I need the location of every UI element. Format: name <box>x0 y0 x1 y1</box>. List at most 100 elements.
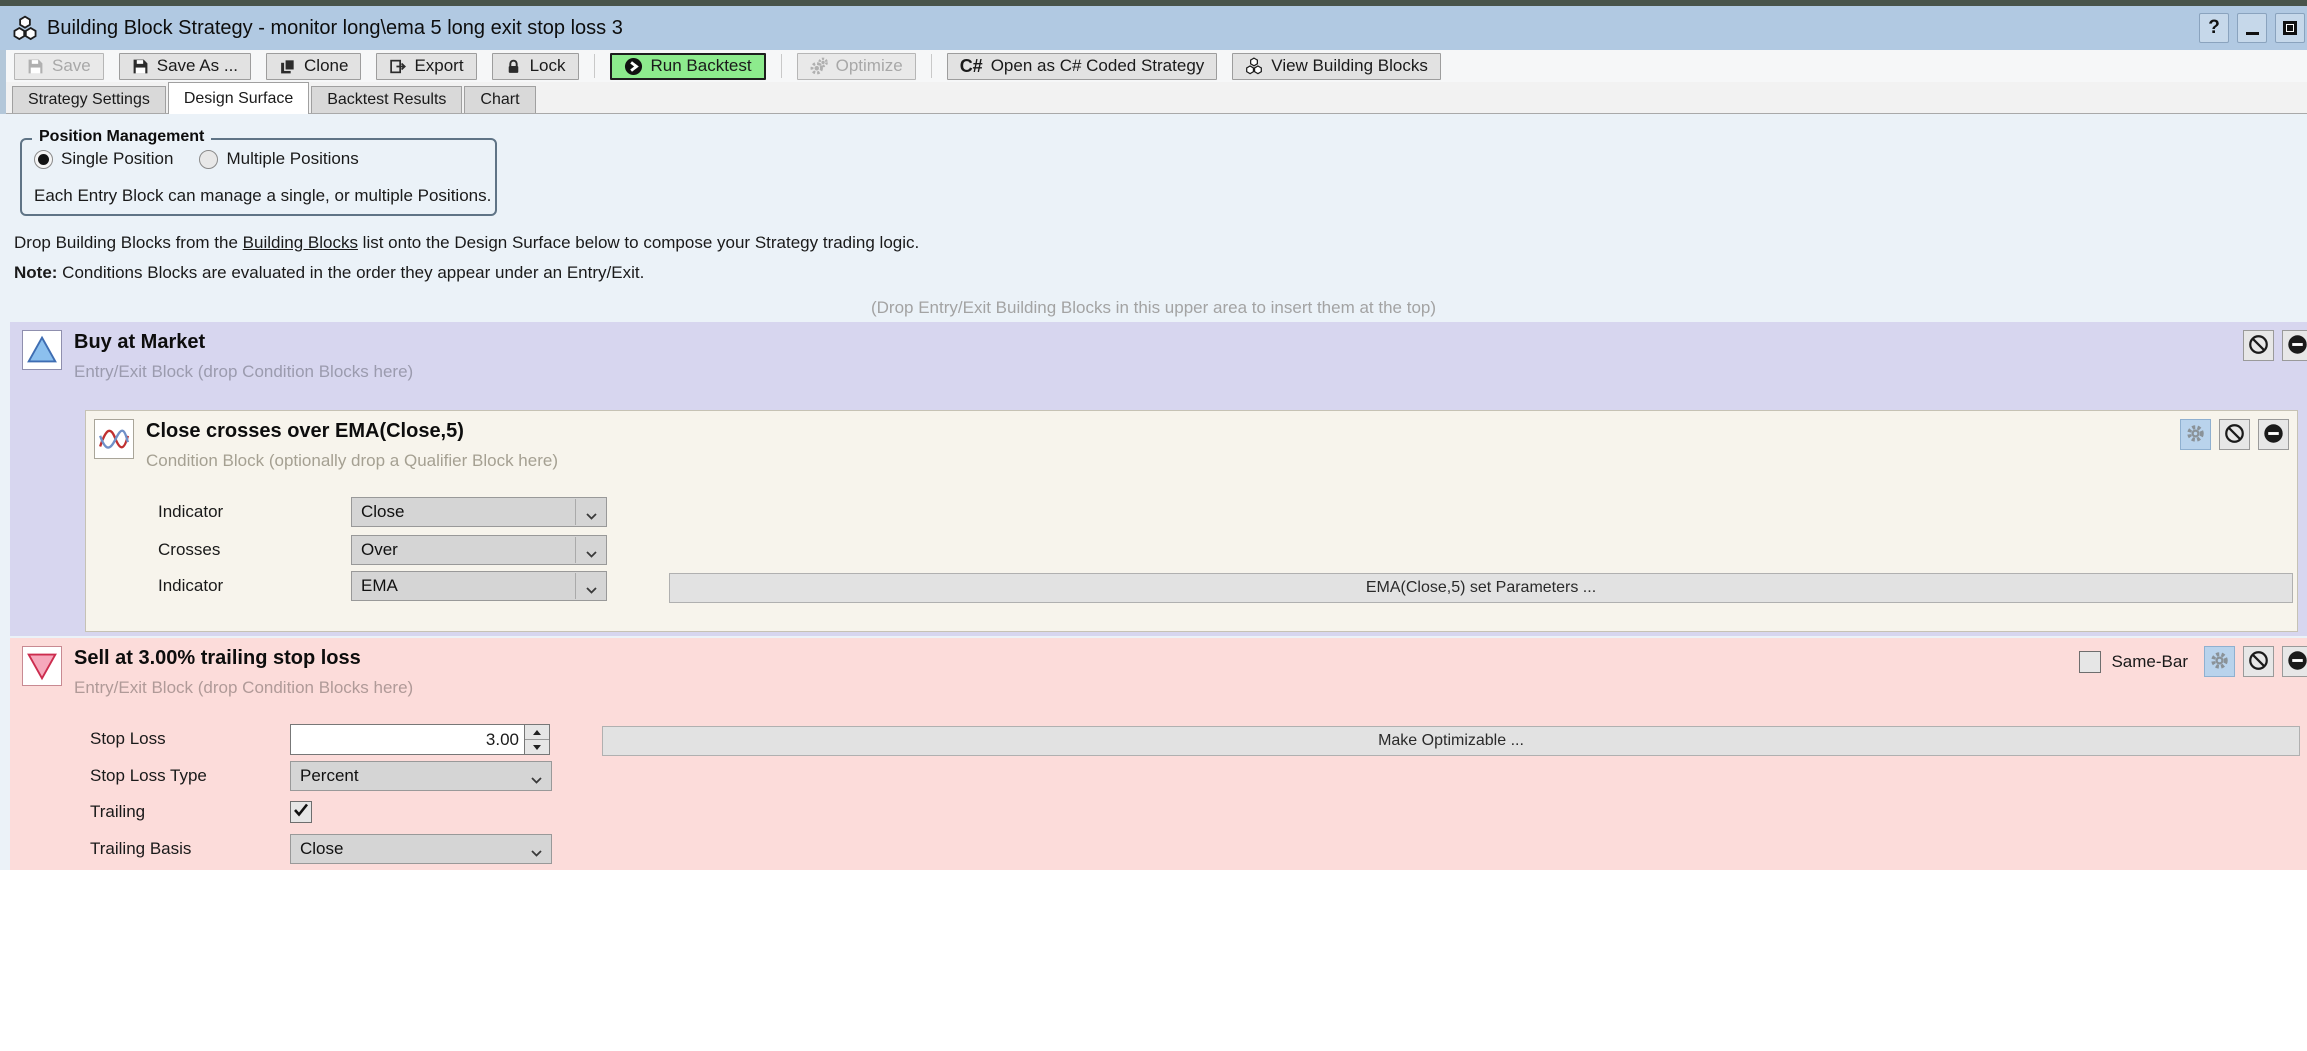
radio-unselected-icon[interactable] <box>199 150 218 169</box>
minimize-button[interactable] <box>2237 13 2267 43</box>
chevron-down-icon <box>585 508 598 526</box>
multiple-positions-label: Multiple Positions <box>226 149 358 169</box>
run-backtest-button[interactable]: Run Backtest <box>610 53 766 80</box>
crossover-icon <box>94 419 134 459</box>
crosses-value: Over <box>361 536 398 564</box>
trailing-checkbox[interactable] <box>290 801 312 823</box>
remove-block-button[interactable] <box>2282 330 2307 361</box>
building-block-strategy-window: Building Block Strategy - monitor long\e… <box>0 0 2307 1051</box>
maximize-icon <box>2283 21 2297 35</box>
disable-block-button[interactable] <box>2243 330 2274 361</box>
disable-condition-button[interactable] <box>2219 419 2250 450</box>
export-button[interactable]: Export <box>376 53 476 80</box>
buy-triangle-icon <box>22 330 62 370</box>
drop-instructions: Drop Building Blocks from the Building B… <box>14 233 919 253</box>
lock-icon <box>505 58 522 75</box>
tab-chart[interactable]: Chart <box>464 86 535 113</box>
circle-slash-icon <box>2247 649 2270 675</box>
open-csharp-button[interactable]: C# Open as C# Coded Strategy <box>947 53 1218 80</box>
stop-loss-type-select[interactable]: Percent <box>290 761 552 791</box>
design-surface-empty-area <box>0 870 2307 1051</box>
clone-icon <box>279 58 296 75</box>
single-position-label: Single Position <box>61 149 173 169</box>
building-blocks-icon <box>12 15 38 41</box>
condition-block[interactable]: Close crosses over EMA(Close,5) Conditio… <box>85 410 2298 632</box>
chevron-down-icon <box>530 772 543 790</box>
gear-icon <box>2185 423 2206 447</box>
csharp-icon: C# <box>960 56 983 77</box>
remove-block-button[interactable] <box>2282 646 2307 677</box>
multiple-positions-option[interactable]: Multiple Positions <box>199 149 358 169</box>
same-bar-option: Same-Bar <box>2079 651 2188 673</box>
minimize-icon <box>2246 32 2259 35</box>
spinner-down-button[interactable] <box>525 740 549 754</box>
view-building-blocks-button[interactable]: View Building Blocks <box>1232 53 1441 80</box>
save-button[interactable]: Save <box>14 53 104 80</box>
clone-label: Clone <box>304 56 348 76</box>
export-icon <box>389 58 406 75</box>
circle-slash-icon <box>2247 333 2270 359</box>
titlebar[interactable]: Building Block Strategy - monitor long\e… <box>0 6 2307 50</box>
position-management-description: Each Entry Block can manage a single, or… <box>34 186 491 206</box>
note-text: Conditions Blocks are evaluated in the o… <box>57 263 644 282</box>
condition-actions <box>2180 419 2289 450</box>
run-icon <box>624 57 643 76</box>
sell-block-subtitle: Entry/Exit Block (drop Condition Blocks … <box>74 678 413 698</box>
indicator1-select[interactable]: Close <box>351 497 607 527</box>
crosses-select[interactable]: Over <box>351 535 607 565</box>
lock-button[interactable]: Lock <box>492 53 579 80</box>
same-bar-label: Same-Bar <box>2111 652 2188 672</box>
circle-minus-icon <box>2262 422 2285 448</box>
toolbar-separator <box>781 54 782 78</box>
disable-block-button[interactable] <box>2243 646 2274 677</box>
drop-instructions-pre: Drop Building Blocks from the <box>14 233 243 252</box>
buy-at-market-block[interactable]: Buy at Market Entry/Exit Block (drop Con… <box>10 322 2307 636</box>
circle-slash-icon <box>2223 422 2246 448</box>
make-optimizable-button[interactable]: Make Optimizable ... <box>602 726 2300 756</box>
sell-settings-button[interactable] <box>2204 646 2235 677</box>
stop-loss-value: 3.00 <box>486 725 519 754</box>
same-bar-checkbox[interactable] <box>2079 651 2101 673</box>
save-as-label: Save As ... <box>157 56 238 76</box>
stop-loss-input[interactable]: 3.00 <box>290 724 550 755</box>
save-as-button[interactable]: Save As ... <box>119 53 251 80</box>
remove-condition-button[interactable] <box>2258 419 2289 450</box>
upper-drop-hint: (Drop Entry/Exit Building Blocks in this… <box>0 298 2307 318</box>
spinner-up-button[interactable] <box>525 725 549 740</box>
gear-icon <box>2209 650 2230 674</box>
drop-instructions-post: list onto the Design Surface below to co… <box>358 233 919 252</box>
maximize-button[interactable] <box>2275 13 2305 43</box>
optimize-button[interactable]: Optimize <box>797 53 916 80</box>
checkmark-icon <box>293 802 309 823</box>
chevron-down-icon <box>530 845 543 863</box>
building-blocks-icon <box>1245 57 1263 75</box>
sell-trailing-stop-block[interactable]: Sell at 3.00% trailing stop loss Entry/E… <box>10 638 2307 870</box>
lock-label: Lock <box>530 56 566 76</box>
position-mode-options: Single Position Multiple Positions <box>34 149 359 169</box>
tab-design-surface[interactable]: Design Surface <box>168 82 309 114</box>
tab-strategy-settings[interactable]: Strategy Settings <box>12 86 166 113</box>
circle-minus-icon <box>2286 333 2307 359</box>
position-management-groupbox: Position Management Single Position Mult… <box>20 138 497 216</box>
optimize-label: Optimize <box>836 56 903 76</box>
set-parameters-button[interactable]: EMA(Close,5) set Parameters ... <box>669 573 2293 603</box>
single-position-option[interactable]: Single Position <box>34 149 173 169</box>
condition-settings-button[interactable] <box>2180 419 2211 450</box>
help-button[interactable]: ? <box>2199 13 2229 43</box>
stop-loss-type-value: Percent <box>300 762 359 790</box>
indicator2-select[interactable]: EMA <box>351 571 607 601</box>
building-blocks-link[interactable]: Building Blocks <box>243 233 358 252</box>
trailing-basis-select[interactable]: Close <box>290 834 552 864</box>
condition-title: Close crosses over EMA(Close,5) <box>146 420 464 443</box>
radio-selected-icon[interactable] <box>34 150 53 169</box>
run-backtest-label: Run Backtest <box>651 56 752 76</box>
position-management-title: Position Management <box>32 128 211 146</box>
buy-block-actions <box>2243 330 2307 361</box>
indicator2-label: Indicator <box>158 571 223 601</box>
clone-button[interactable]: Clone <box>266 53 361 80</box>
tabstrip: Strategy Settings Design Surface Backtes… <box>6 82 2307 114</box>
design-surface-page: Position Management Single Position Mult… <box>0 114 2307 1051</box>
toolbar-separator <box>594 54 595 78</box>
tab-backtest-results[interactable]: Backtest Results <box>311 86 462 113</box>
circle-minus-icon <box>2286 649 2307 675</box>
